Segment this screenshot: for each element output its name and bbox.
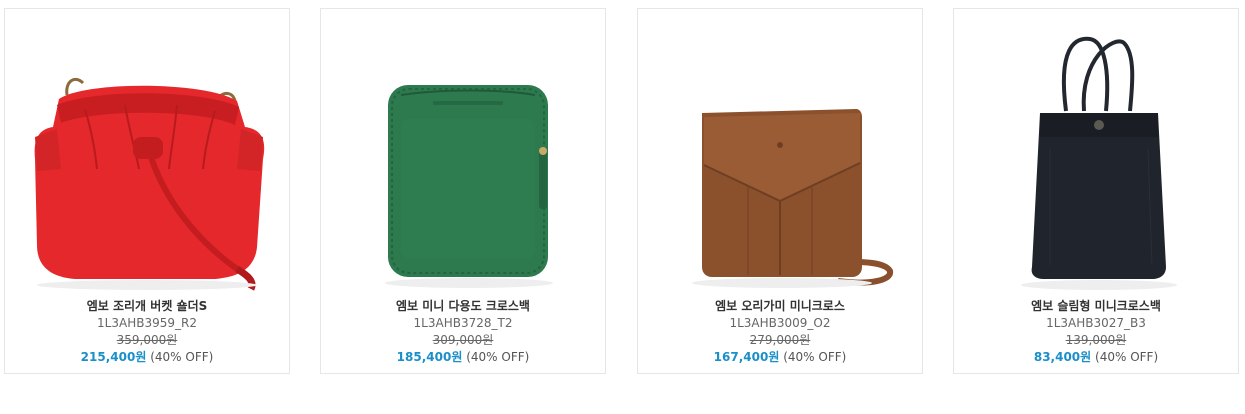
- product-image-brown-origami-crossbody-bag[interactable]: [638, 9, 922, 295]
- product-name[interactable]: 엠보 슬림형 미니크로스백: [954, 298, 1238, 315]
- product-info: 엠보 미니 다용도 크로스백 1L3AHB3728_T2 309,000원 18…: [321, 298, 605, 366]
- price-line: 215,400원 (40% OFF): [5, 349, 289, 366]
- sale-price: 167,400원: [713, 350, 780, 364]
- discount-label: (40% OFF): [150, 350, 214, 364]
- product-code: 1L3AHB3027_B3: [1046, 316, 1146, 330]
- product-card[interactable]: 엠보 슬림형 미니크로스백 1L3AHB3027_B3 139,000원 83,…: [953, 8, 1239, 374]
- product-card[interactable]: 엠보 조리개 버켓 숄더S 1L3AHB3959_R2 359,000원 215…: [4, 8, 290, 374]
- product-code: 1L3AHB3959_R2: [97, 316, 197, 330]
- original-price: 359,000원: [116, 333, 178, 347]
- price-line: 185,400원 (40% OFF): [321, 349, 605, 366]
- product-name[interactable]: 엠보 오리가미 미니크로스: [638, 298, 922, 315]
- price-line: 167,400원 (40% OFF): [638, 349, 922, 366]
- product-info: 엠보 조리개 버켓 숄더S 1L3AHB3959_R2 359,000원 215…: [5, 298, 289, 366]
- product-code: 1L3AHB3009_O2: [729, 316, 831, 330]
- original-price: 279,000원: [749, 333, 811, 347]
- product-card[interactable]: 엠보 미니 다용도 크로스백 1L3AHB3728_T2 309,000원 18…: [320, 8, 606, 374]
- price-line: 83,400원 (40% OFF): [954, 349, 1238, 366]
- product-image-red-bucket-bag[interactable]: [5, 9, 289, 295]
- product-image-green-crossbody-bag[interactable]: [321, 9, 605, 295]
- sale-price: 83,400원: [1033, 350, 1092, 364]
- original-price: 139,000원: [1065, 333, 1127, 347]
- product-name[interactable]: 엠보 조리개 버켓 숄더S: [5, 298, 289, 315]
- discount-label: (40% OFF): [1095, 350, 1159, 364]
- product-code: 1L3AHB3728_T2: [413, 316, 513, 330]
- discount-label: (40% OFF): [466, 350, 530, 364]
- discount-label: (40% OFF): [783, 350, 847, 364]
- product-name[interactable]: 엠보 미니 다용도 크로스백: [321, 298, 605, 315]
- sale-price: 185,400원: [396, 350, 463, 364]
- product-info: 엠보 오리가미 미니크로스 1L3AHB3009_O2 279,000원 167…: [638, 298, 922, 366]
- product-info: 엠보 슬림형 미니크로스백 1L3AHB3027_B3 139,000원 83,…: [954, 298, 1238, 366]
- product-card[interactable]: 엠보 오리가미 미니크로스 1L3AHB3009_O2 279,000원 167…: [637, 8, 923, 374]
- sale-price: 215,400원: [80, 350, 147, 364]
- product-image-black-slim-tote-bag[interactable]: [954, 9, 1238, 295]
- product-grid: 엠보 조리개 버켓 숄더S 1L3AHB3959_R2 359,000원 215…: [0, 0, 1245, 414]
- original-price: 309,000원: [432, 333, 494, 347]
